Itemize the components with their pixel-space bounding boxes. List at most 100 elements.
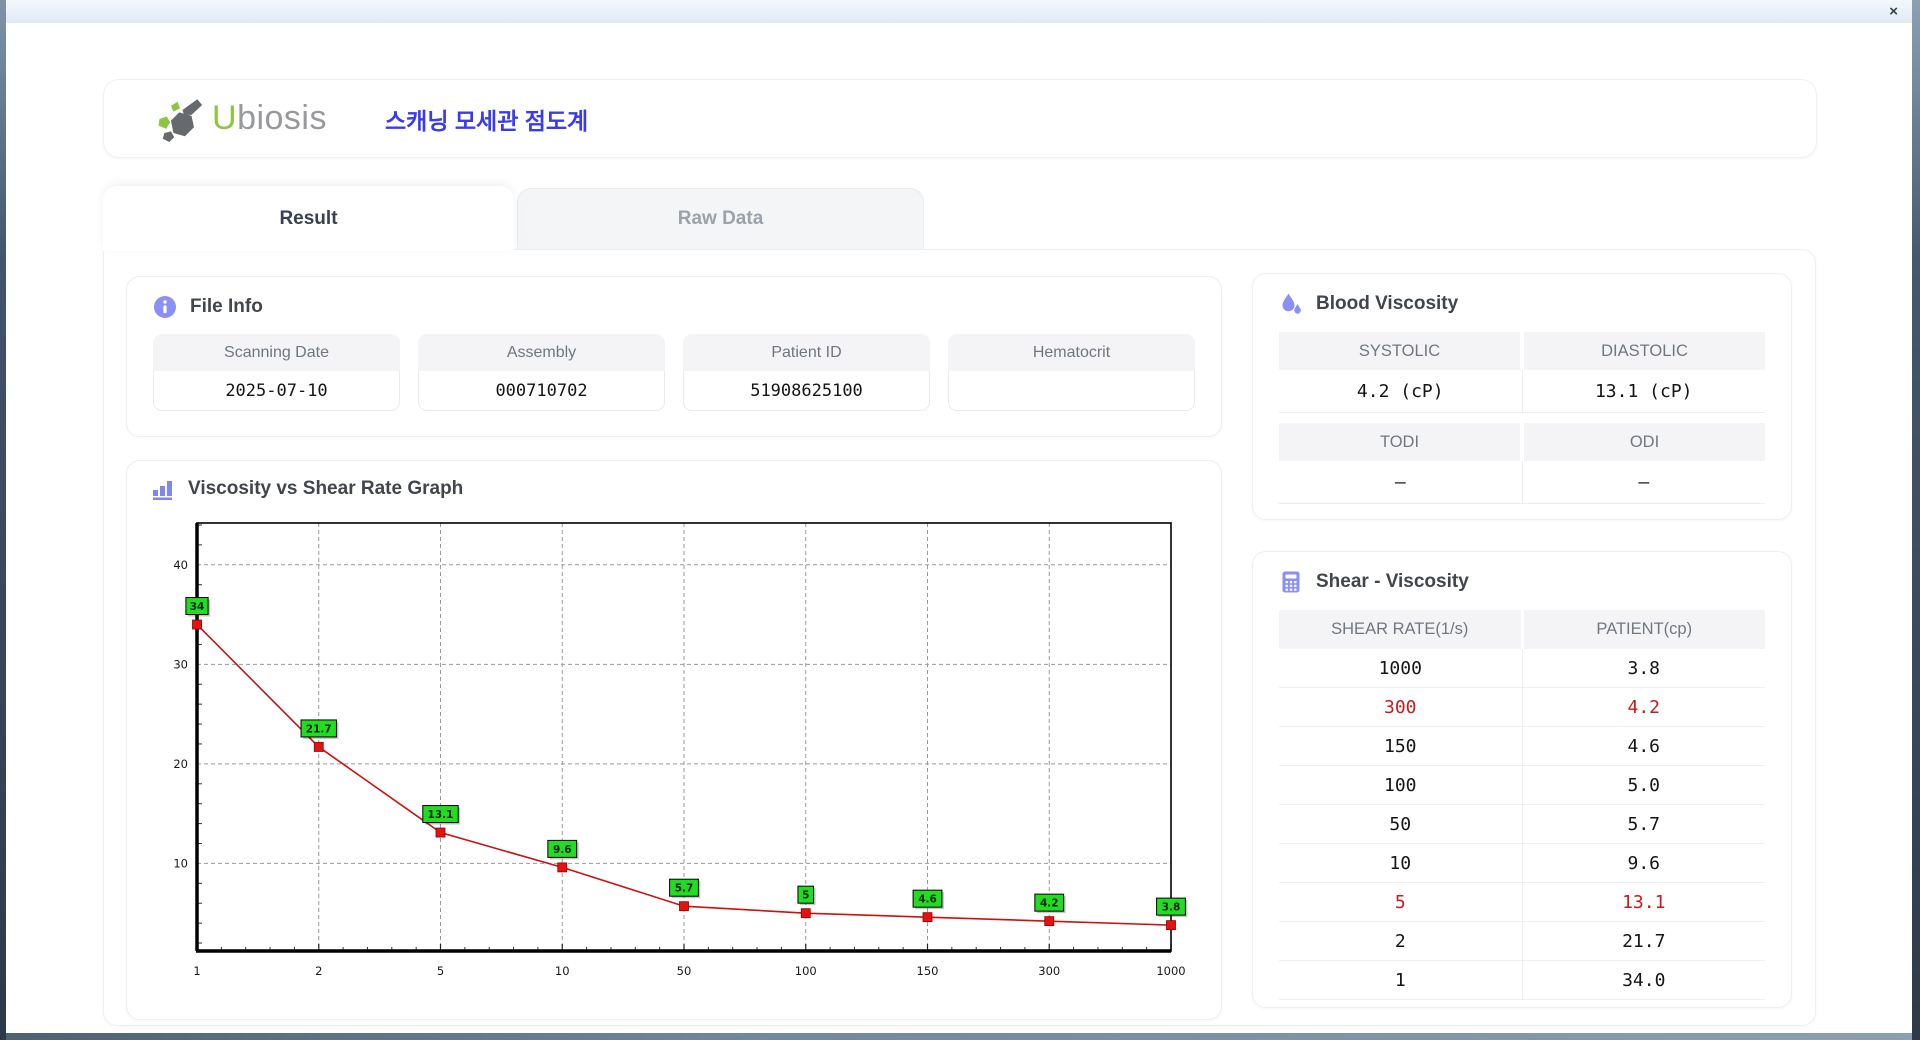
brand-logo: Ubiosis bbox=[154, 96, 327, 142]
todi-header: TODI bbox=[1279, 423, 1520, 461]
svg-text:4.2: 4.2 bbox=[1040, 898, 1059, 910]
shear-viscosity-card: Shear - Viscosity SHEAR RATE(1/s) PATIEN… bbox=[1252, 551, 1792, 1008]
blood-viscosity-title: Blood Viscosity bbox=[1316, 293, 1459, 314]
diastolic-value: 13.1 (cP) bbox=[1522, 370, 1765, 413]
shear-rate-cell: 1000 bbox=[1279, 649, 1523, 687]
table-row: 300 4.2 bbox=[1279, 688, 1765, 727]
svg-text:5.7: 5.7 bbox=[675, 883, 694, 895]
field-label: Scanning Date bbox=[153, 334, 400, 371]
app-header: Ubiosis 스캐닝 모세관 점도계 bbox=[103, 79, 1817, 158]
svg-text:1: 1 bbox=[193, 964, 200, 978]
field-hematocrit: Hematocrit bbox=[948, 334, 1195, 411]
patient-viscosity-cell: 21.7 bbox=[1622, 930, 1666, 952]
window-close-button[interactable]: × bbox=[1889, 2, 1898, 21]
table-row: 2 21.7 bbox=[1279, 922, 1765, 961]
svg-text:9.6: 9.6 bbox=[553, 844, 572, 856]
file-info-title: File Info bbox=[190, 296, 263, 317]
bar-chart-icon bbox=[153, 481, 172, 500]
tab-result[interactable]: Result bbox=[103, 186, 514, 251]
svg-text:100: 100 bbox=[795, 964, 817, 978]
svg-text:5: 5 bbox=[802, 890, 809, 902]
odi-value: – bbox=[1522, 461, 1765, 504]
patient-viscosity-cell: 3.8 bbox=[1627, 657, 1660, 679]
table-row: 1 34.0 bbox=[1279, 961, 1765, 1000]
graph-title: Viscosity vs Shear Rate Graph bbox=[188, 478, 464, 499]
patient-viscosity-cell: 13.1 bbox=[1622, 891, 1666, 913]
table-row: 5 13.1 bbox=[1279, 883, 1765, 922]
svg-text:10: 10 bbox=[555, 964, 570, 978]
window-left-edge bbox=[0, 0, 6, 1040]
brand-first-letter: U bbox=[212, 99, 238, 137]
field-value: 2025-07-10 bbox=[153, 371, 400, 411]
viscosity-graph-card: Viscosity vs Shear Rate Graph 10 20 30 40 1 2… bbox=[126, 460, 1222, 1020]
systolic-header: SYSTOLIC bbox=[1279, 332, 1520, 370]
field-label: Assembly bbox=[418, 334, 665, 371]
patient-column-header: PATIENT(cp) bbox=[1523, 610, 1765, 649]
tab-raw-data-label: Raw Data bbox=[677, 208, 764, 229]
svg-text:13.1: 13.1 bbox=[428, 809, 454, 821]
odi-header: ODI bbox=[1524, 423, 1765, 461]
blood-viscosity-card: Blood Viscosity SYSTOLIC DIASTOLIC 4.2 (… bbox=[1252, 273, 1792, 520]
brand-wordmark: Ubiosis bbox=[212, 99, 327, 138]
blood-drops-icon bbox=[1282, 293, 1301, 314]
shear-rate-cell: 1 bbox=[1279, 961, 1523, 999]
file-info-fields: Scanning Date 2025-07-10 Assembly 000710… bbox=[153, 334, 1195, 411]
systolic-value: 4.2 (cP) bbox=[1279, 370, 1523, 413]
table-row: 100 5.0 bbox=[1279, 766, 1765, 805]
diastolic-header: DIASTOLIC bbox=[1524, 332, 1765, 370]
patient-viscosity-cell: 4.6 bbox=[1627, 735, 1660, 757]
shear-rate-cell: 150 bbox=[1279, 727, 1523, 765]
todi-value: – bbox=[1279, 461, 1523, 504]
blood-viscosity-table: SYSTOLIC DIASTOLIC 4.2 (cP) 13.1 (cP) TO… bbox=[1279, 332, 1765, 504]
file-info-card: File Info Scanning Date 2025-07-10 Assem… bbox=[126, 276, 1222, 437]
field-value: 51908625100 bbox=[683, 371, 930, 411]
svg-text:5: 5 bbox=[437, 964, 444, 978]
table-row: 10 9.6 bbox=[1279, 844, 1765, 883]
tab-raw-data[interactable]: Raw Data bbox=[517, 188, 924, 249]
patient-viscosity-cell: 5.7 bbox=[1627, 813, 1660, 835]
svg-text:34: 34 bbox=[190, 601, 205, 613]
window-right-edge bbox=[1912, 0, 1920, 1040]
todi-odi-header-row: TODI ODI bbox=[1279, 423, 1765, 461]
brand-name-rest: biosis bbox=[237, 99, 327, 137]
calculator-icon bbox=[1282, 571, 1300, 593]
table-row: 1000 3.8 bbox=[1279, 649, 1765, 688]
field-label: Patient ID bbox=[683, 334, 930, 371]
svg-text:20: 20 bbox=[173, 757, 188, 771]
shear-rate-cell: 5 bbox=[1279, 883, 1523, 921]
svg-text:1000: 1000 bbox=[1156, 964, 1185, 978]
field-assembly: Assembly 000710702 bbox=[418, 334, 665, 411]
shear-viscosity-title: Shear - Viscosity bbox=[1316, 571, 1469, 592]
shear-rate-cell: 2 bbox=[1279, 922, 1523, 960]
field-patient-id: Patient ID 51908625100 bbox=[683, 334, 930, 411]
field-value bbox=[948, 371, 1195, 411]
field-value: 000710702 bbox=[418, 371, 665, 411]
shear-rate-column-header: SHEAR RATE(1/s) bbox=[1279, 610, 1521, 649]
shear-rate-cell: 10 bbox=[1279, 844, 1523, 882]
patient-viscosity-cell: 34.0 bbox=[1622, 969, 1666, 991]
svg-text:4.6: 4.6 bbox=[918, 894, 937, 906]
shear-table-body: 1000 3.8 300 4.2 150 4.6 100 5.0 50 5.7 10 9.6 5 13.1… bbox=[1279, 649, 1765, 1000]
svg-text:150: 150 bbox=[917, 964, 939, 978]
shear-table-header-row: SHEAR RATE(1/s) PATIENT(cp) bbox=[1279, 610, 1765, 649]
svg-text:2: 2 bbox=[315, 964, 322, 978]
shear-rate-cell: 100 bbox=[1279, 766, 1523, 804]
field-label: Hematocrit bbox=[948, 334, 1195, 371]
result-panel: File Info Scanning Date 2025-07-10 Assem… bbox=[103, 249, 1816, 1026]
table-row: 50 5.7 bbox=[1279, 805, 1765, 844]
field-scanning-date: Scanning Date 2025-07-10 bbox=[153, 334, 400, 411]
blood-viscosity-value-row: 4.2 (cP) 13.1 (cP) bbox=[1279, 370, 1765, 413]
chart-area: 10 20 30 40 1 2 5 10 50 100 150 300 1000 34 21.7 13.1 9.… bbox=[151, 511, 1197, 987]
svg-text:300: 300 bbox=[1038, 964, 1060, 978]
svg-text:40: 40 bbox=[173, 558, 188, 572]
svg-text:10: 10 bbox=[173, 856, 188, 870]
svg-text:3.8: 3.8 bbox=[1162, 902, 1181, 914]
window-bottom-edge bbox=[0, 1033, 1920, 1040]
app-title-korean: 스캐닝 모세관 점도계 bbox=[385, 107, 589, 134]
tab-result-label: Result bbox=[279, 207, 338, 229]
table-row: 150 4.6 bbox=[1279, 727, 1765, 766]
svg-text:50: 50 bbox=[677, 964, 692, 978]
svg-text:30: 30 bbox=[173, 657, 188, 671]
shear-rate-cell: 300 bbox=[1279, 688, 1523, 726]
blood-viscosity-header-row: SYSTOLIC DIASTOLIC bbox=[1279, 332, 1765, 370]
